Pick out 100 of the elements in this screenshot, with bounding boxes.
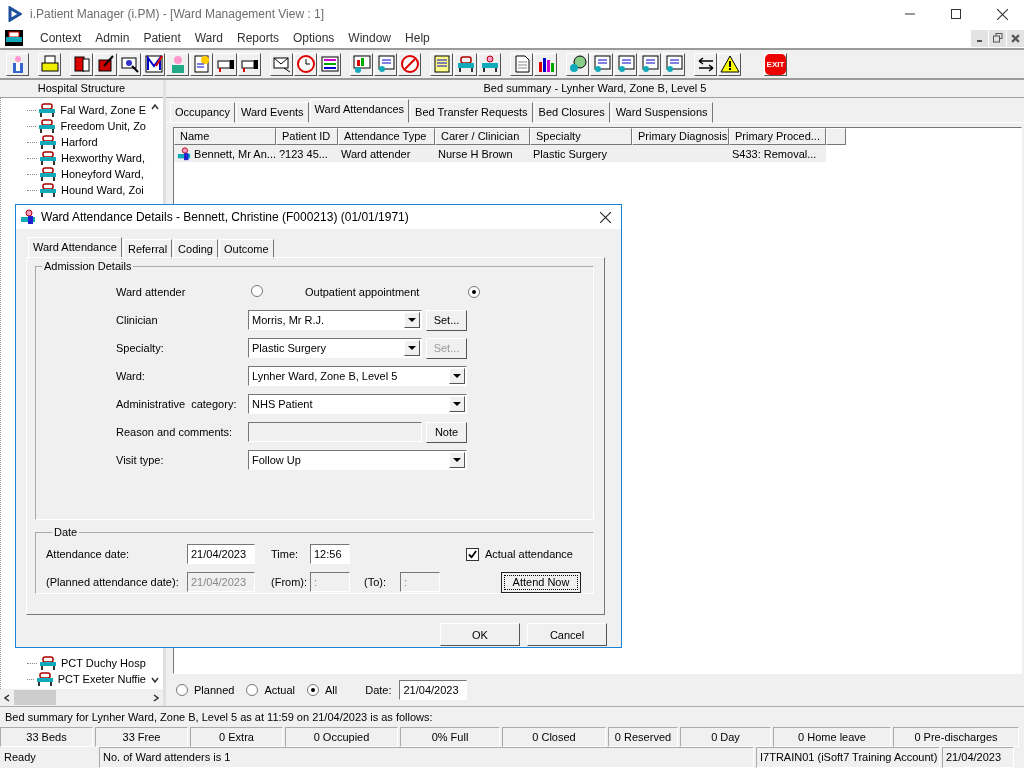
date-field[interactable]: 21/04/2023 [399, 680, 468, 700]
attend-now-button[interactable]: Attend Now [501, 571, 581, 593]
bed-icon[interactable] [454, 52, 477, 76]
warning-icon[interactable] [718, 52, 741, 76]
close-icon[interactable] [600, 211, 611, 223]
doctor-icon[interactable] [6, 52, 29, 76]
tab[interactable]: Bed Transfer Requests [410, 102, 533, 123]
menu-item[interactable]: Context [33, 31, 89, 45]
radio-label[interactable]: Planned [194, 684, 235, 696]
menu-item[interactable]: Patient [136, 31, 188, 45]
scroll-up-icon[interactable] [150, 104, 159, 110]
bed-icon[interactable] [5, 30, 23, 46]
form-icon[interactable] [662, 52, 685, 76]
column-header[interactable]: Carer / Clinician [435, 128, 530, 145]
column-header[interactable]: Primary Diagnosis [632, 128, 729, 145]
checkbox-label[interactable]: Actual attendance [484, 548, 573, 560]
radio-label[interactable]: Actual [264, 684, 295, 696]
menu-item[interactable]: Window [341, 31, 399, 45]
notepad-icon[interactable] [430, 52, 453, 76]
no-entry-icon[interactable] [398, 52, 421, 76]
tree-item[interactable]: Harford [61, 136, 98, 148]
time-field[interactable]: 12:56 [310, 544, 350, 564]
nurse-icon[interactable] [166, 52, 189, 76]
tree-item[interactable]: Honeyford Ward, [61, 168, 144, 180]
dropdown[interactable]: Morris, Mr R.J. [248, 310, 422, 330]
dialog-button[interactable]: OK [440, 623, 520, 646]
bed-icon [38, 119, 57, 133]
tree-item[interactable]: Fal Ward, Zone E [60, 104, 146, 116]
exit-sign-icon[interactable]: EXIT [764, 52, 787, 76]
dialog-button[interactable]: Cancel [527, 623, 607, 646]
restore-icon[interactable] [989, 29, 1006, 47]
magnifier-icon[interactable] [118, 52, 141, 76]
dropdown[interactable]: Plastic Surgery [248, 338, 422, 358]
column-header[interactable]: Primary Proced... [729, 128, 826, 145]
minimize-icon[interactable] [971, 29, 988, 47]
column-header[interactable]: Name [174, 128, 276, 145]
maximize-icon[interactable] [951, 9, 961, 19]
arrows-icon[interactable] [694, 52, 717, 76]
notes-icon[interactable] [190, 52, 213, 76]
bed-icon [39, 183, 57, 197]
form-icon[interactable] [614, 52, 637, 76]
person-bed-icon [177, 145, 192, 162]
tree-item[interactable]: Hexworthy Ward, [61, 152, 145, 164]
column-header[interactable]: Patient ID [276, 128, 338, 145]
status-count: 0 Occupied [285, 727, 398, 747]
book-icon[interactable] [70, 52, 93, 76]
tab[interactable]: Ward Attendance [28, 237, 122, 259]
tab[interactable]: Ward Events [236, 102, 309, 123]
document-icon[interactable] [510, 52, 533, 76]
menu-item[interactable]: Options [286, 31, 342, 45]
pencil-icon[interactable] [94, 52, 117, 76]
scroll-left-icon[interactable] [4, 693, 10, 702]
scroll-down-icon[interactable] [150, 677, 159, 683]
form-icon[interactable] [374, 52, 397, 76]
button[interactable]: Set... [426, 309, 467, 331]
monitor-icon[interactable] [350, 52, 373, 76]
form-icon[interactable] [638, 52, 661, 76]
radio-button[interactable] [468, 286, 480, 298]
column-header[interactable]: Attendance Type [338, 128, 435, 145]
column-header[interactable] [826, 128, 846, 145]
tree-item[interactable]: PCT Exeter Nuffie [57, 673, 146, 685]
table-cell: Nurse H Brown [438, 147, 513, 160]
radio-button[interactable] [176, 684, 188, 696]
menu-item[interactable]: Reports [229, 31, 286, 45]
tree-item[interactable]: Hound Ward, Zoi [61, 184, 144, 196]
letter-tick-icon[interactable] [142, 52, 165, 76]
tab[interactable]: Outcome [218, 239, 274, 259]
close-icon[interactable] [1007, 29, 1024, 47]
bed-person-icon[interactable] [478, 52, 501, 76]
scroll-right-icon[interactable] [153, 693, 159, 702]
bar-chart-icon[interactable] [534, 52, 557, 76]
radio-label[interactable]: All [324, 684, 338, 696]
dropdown[interactable]: NHS Patient [248, 394, 467, 414]
tab[interactable]: Ward Attendances [309, 99, 410, 123]
tab[interactable]: Referral [123, 239, 173, 259]
close-icon[interactable] [997, 8, 1008, 20]
dropdown[interactable]: Lynher Ward, Zone B, Level 5 [248, 366, 467, 386]
table-row[interactable]: Bennett, Mr An... ?123 45... Ward attender Nurse H Brown Plastic Surgery S433: Removal... [174, 145, 826, 162]
list-icon[interactable] [318, 52, 341, 76]
date-field[interactable]: 21/04/2023 [187, 544, 255, 564]
dropdown[interactable]: Follow Up [248, 450, 467, 470]
envelope-icon[interactable] [270, 52, 293, 76]
tab[interactable]: Coding [173, 239, 218, 259]
checkbox[interactable] [465, 547, 479, 561]
column-header[interactable]: Specialty [530, 128, 632, 145]
menu-item[interactable]: Ward [187, 31, 230, 45]
radio-button[interactable] [306, 684, 319, 696]
printer-icon[interactable] [38, 52, 61, 76]
menu-item[interactable]: Help [398, 31, 437, 45]
field-label: Specialty: [116, 342, 165, 354]
tab[interactable]: Occupancy [170, 102, 236, 123]
radio-button[interactable] [246, 684, 259, 696]
tree-item[interactable]: Freedom Unit, Zo [60, 120, 146, 132]
tab[interactable]: Ward Suspensions [610, 102, 713, 123]
tab[interactable]: Bed Closures [533, 102, 610, 123]
clock-icon[interactable] [294, 52, 317, 76]
menu-item[interactable]: Admin [88, 31, 137, 45]
tree-item[interactable]: PCT Duchy Hosp [61, 657, 146, 669]
form-icon[interactable] [590, 52, 613, 76]
radio-button[interactable] [251, 285, 263, 297]
